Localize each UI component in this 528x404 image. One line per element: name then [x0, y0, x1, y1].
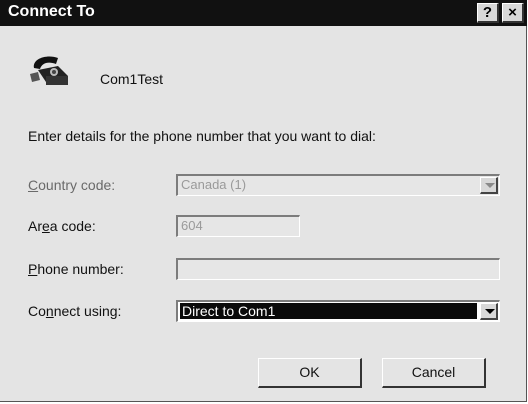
dial-prompt: Enter details for the phone number that … [28, 128, 376, 144]
country-code-value: Canada (1) [181, 177, 247, 192]
connect-using-label: Connect using: [28, 303, 122, 319]
help-button[interactable]: ? [477, 3, 499, 23]
cancel-button[interactable]: Cancel [382, 358, 486, 388]
country-code-select[interactable]: Canada (1) [176, 174, 500, 196]
telephone-icon [30, 56, 68, 85]
chevron-down-icon [485, 183, 495, 188]
connect-using-value: Direct to Com1 [180, 303, 477, 319]
connect-to-dialog: Connect To ? × Com1Test Enter details fo… [0, 0, 527, 402]
area-code-label: Area code: [28, 218, 96, 234]
window-title: Connect To [8, 3, 95, 20]
country-code-dropdown-button[interactable] [480, 177, 498, 194]
phone-number-field[interactable] [176, 258, 500, 280]
ok-button[interactable]: OK [258, 358, 362, 388]
connect-using-dropdown-button[interactable] [480, 303, 498, 320]
title-bar: Connect To ? × [0, 0, 527, 26]
phone-number-label: Phone number: [28, 261, 124, 277]
connect-using-select[interactable]: Direct to Com1 [176, 300, 500, 322]
connection-name: Com1Test [100, 71, 164, 87]
area-code-value: 604 [181, 218, 203, 233]
chevron-down-icon [485, 309, 495, 314]
area-code-field[interactable]: 604 [176, 215, 300, 237]
close-button[interactable]: × [502, 3, 524, 23]
country-code-label: Country code: [28, 177, 116, 193]
